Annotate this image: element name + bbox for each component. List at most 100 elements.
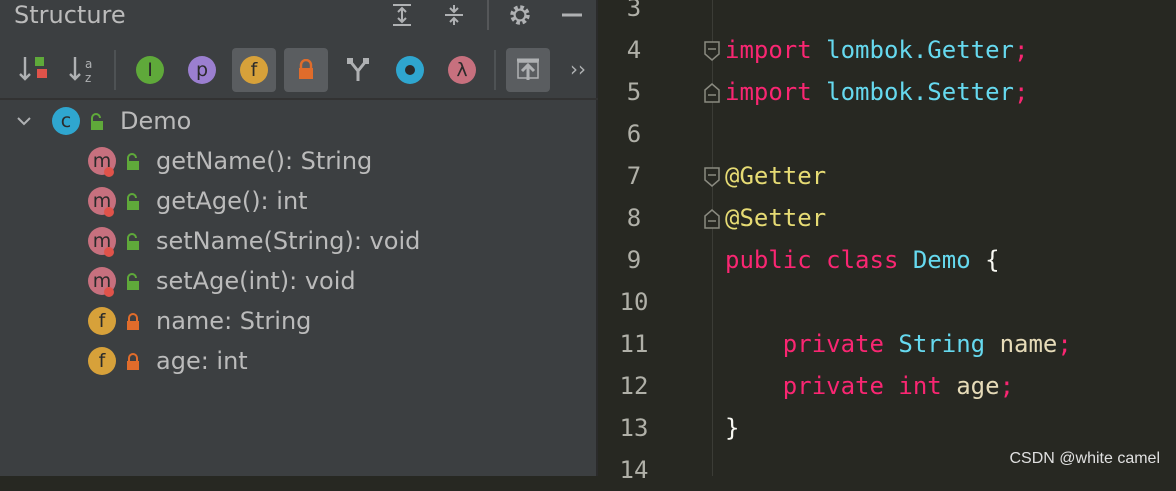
fold-marker-icon[interactable] (703, 40, 721, 62)
sort-by-visibility-button[interactable] (12, 48, 56, 92)
line-number: 6 (626, 120, 642, 148)
keyword: private (782, 372, 884, 400)
brace: } (725, 414, 740, 442)
show-anonymous-button[interactable] (336, 48, 380, 92)
lock-icon (299, 59, 313, 79)
import-path: lombok.Setter (826, 78, 1014, 106)
tree-item-field[interactable]: f name: String (0, 301, 596, 341)
fold-marker-icon[interactable] (703, 82, 721, 104)
tree-item-label: age: int (156, 347, 248, 375)
gear-icon[interactable] (504, 0, 536, 30)
tree-item-field[interactable]: f age: int (0, 341, 596, 381)
code-line-8[interactable]: @Setter (725, 197, 826, 239)
code-line-4[interactable]: import lombok.Getter; (725, 29, 1028, 71)
code-line-11[interactable]: private String name; (725, 323, 1072, 365)
expand-all-icon[interactable] (386, 0, 418, 30)
tree-item-method[interactable]: m getName(): String (0, 141, 596, 181)
code-line-9[interactable]: public class Demo { (725, 239, 1000, 281)
keyword: import (725, 78, 812, 106)
svg-text:a: a (85, 57, 92, 71)
tree-item-method[interactable]: m setAge(int): void (0, 261, 596, 301)
show-fields-of-class-button[interactable] (388, 48, 432, 92)
minimize-icon[interactable] (556, 0, 588, 30)
line-number: 10 (619, 288, 649, 316)
show-properties-button[interactable]: p (180, 48, 224, 92)
tree-root-demo[interactable]: c Demo (0, 101, 596, 141)
properties-letter: p (195, 59, 209, 81)
line-number: 8 (626, 204, 642, 232)
field-icon-letter: f (98, 310, 106, 332)
overlay-badge-icon (104, 167, 114, 177)
fields-letter: f (250, 59, 258, 81)
header-separator (487, 0, 489, 30)
line-number: 13 (619, 414, 649, 442)
property-icon: p (188, 56, 216, 84)
sort-alphabetically-button[interactable]: az (62, 48, 106, 92)
class-icon: c (52, 107, 80, 135)
more-tools-icon[interactable]: ›› (570, 57, 586, 81)
anonymous-class-icon (396, 56, 424, 84)
gutter-divider (712, 0, 713, 476)
inherited-icon: I (136, 56, 164, 84)
field-name: age (956, 372, 1000, 400)
semicolon: ; (1057, 330, 1072, 358)
tree-item-label: name: String (156, 307, 312, 335)
semicolon: ; (1014, 78, 1029, 106)
tree-item-label: setName(String): void (156, 227, 421, 255)
svg-text:z: z (85, 71, 91, 85)
show-lambdas-button[interactable]: λ (440, 48, 484, 92)
line-number: 3 (626, 0, 642, 22)
chevron-down-icon[interactable] (16, 113, 32, 129)
tree-item-method[interactable]: m setName(String): void (0, 221, 596, 261)
private-lock-icon (127, 353, 139, 370)
type-name: String (898, 330, 986, 358)
code-line-12[interactable]: private int age; (725, 365, 1014, 407)
overlay-badge-icon (104, 247, 114, 257)
line-number: 14 (619, 456, 649, 484)
watermark: CSDN @white camel (1009, 450, 1161, 467)
tree-item-label: getAge(): int (156, 187, 308, 215)
field-icon: f (240, 56, 268, 84)
code-line-5[interactable]: import lombok.Setter; (725, 71, 1028, 113)
field-icon: f (88, 307, 116, 335)
show-fields-button[interactable]: f (232, 48, 276, 92)
autoscroll-from-source-button[interactable] (506, 48, 550, 92)
toolbar-separator (494, 50, 496, 90)
field-icon: f (88, 347, 116, 375)
fold-marker-icon[interactable] (703, 208, 721, 230)
structure-toolbar: az I p f λ ›› (0, 40, 598, 100)
lambda-letter: λ (456, 59, 468, 81)
show-inherited-button[interactable]: I (128, 48, 172, 92)
line-number: 9 (626, 246, 642, 274)
panel-title: Structure (14, 1, 126, 29)
keyword: private (782, 330, 884, 358)
keyword: import (725, 36, 812, 64)
tree-item-method[interactable]: m getAge(): int (0, 181, 596, 221)
inherited-letter: I (147, 59, 153, 81)
line-number: 5 (626, 78, 642, 106)
code-line-7[interactable]: @Getter (725, 155, 826, 197)
show-non-public-button[interactable] (284, 48, 328, 92)
collapse-all-icon[interactable] (438, 0, 470, 30)
fold-marker-icon[interactable] (703, 166, 721, 188)
public-unlock-icon (127, 233, 139, 250)
keyword: class (826, 246, 899, 274)
field-icon-letter: f (98, 350, 106, 372)
code-line-13[interactable]: } (725, 407, 739, 449)
type-keyword: int (898, 372, 942, 400)
ide-window: Structure az I p f λ ›› c Demo m getName… (0, 0, 1176, 484)
private-lock-icon (127, 313, 139, 330)
import-path: lombok.Getter (826, 36, 1014, 64)
tree-item-label: Demo (120, 107, 192, 135)
structure-panel: Structure az I p f λ ›› c Demo m getName… (0, 0, 598, 476)
field-name: name (999, 330, 1058, 358)
branch-icon (347, 58, 369, 81)
toolbar-separator (114, 50, 116, 90)
